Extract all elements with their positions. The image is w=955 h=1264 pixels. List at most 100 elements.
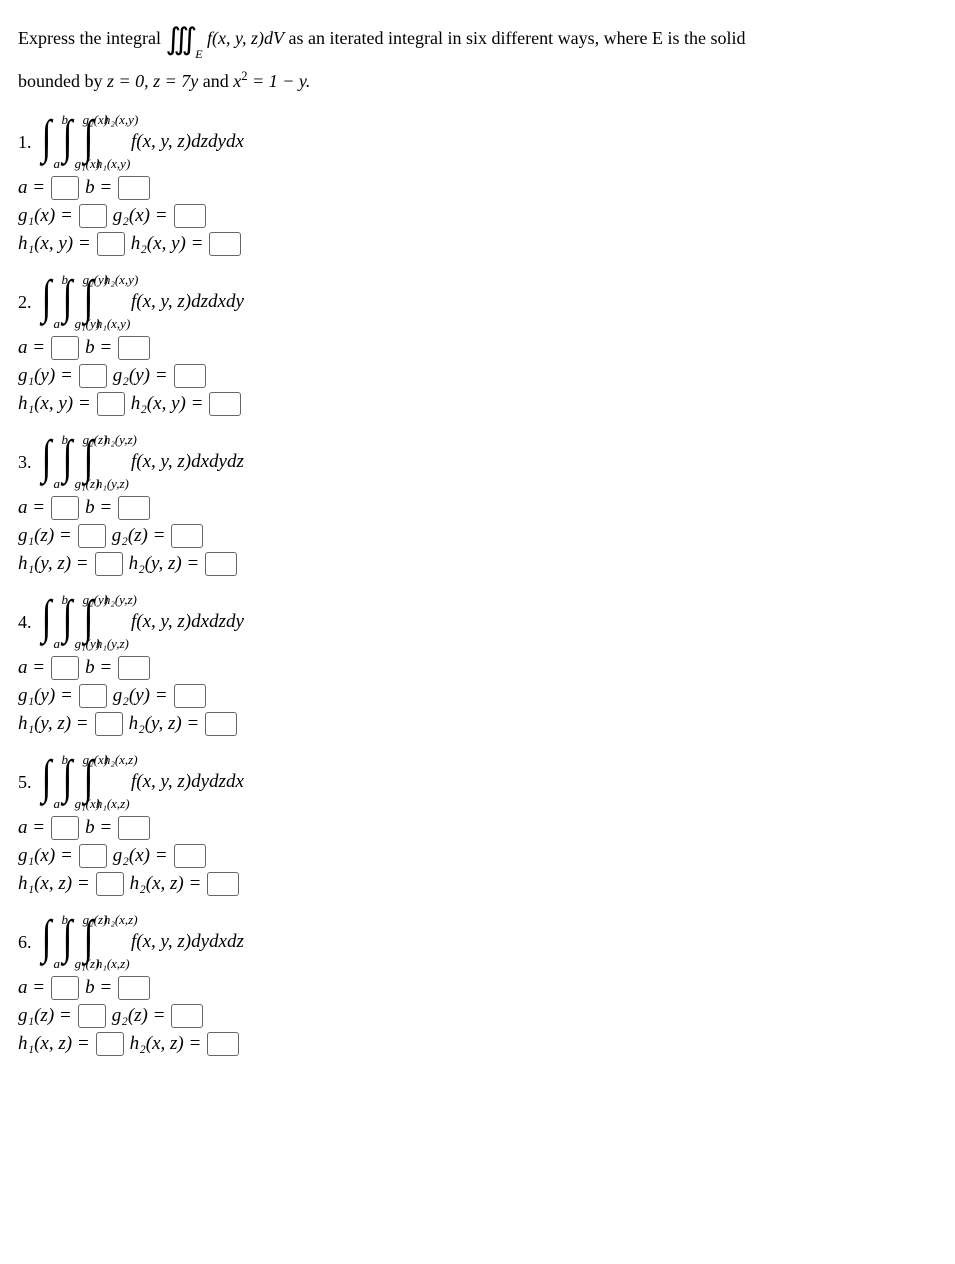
upper-limit: h₂(x,z)	[104, 912, 138, 928]
answer-label: g₂(y) =	[113, 685, 168, 707]
lower-limit: h₁(x,y)	[96, 156, 130, 172]
answer-input[interactable]	[78, 1004, 106, 1028]
answer-input[interactable]	[97, 392, 125, 416]
item-number: 2.	[18, 292, 32, 313]
answer-row: a =b =	[18, 176, 937, 200]
integral-block-3: 3.∫ba∫g₂(z)g₁(z)∫h₂(y,z)h₁(y,z)f(x, y, z…	[18, 434, 937, 576]
answer-label: g₁(y) =	[18, 365, 73, 387]
answer-input[interactable]	[174, 684, 206, 708]
item-number: 5.	[18, 772, 32, 793]
lower-limit: a	[54, 956, 61, 972]
answer-input[interactable]	[79, 204, 107, 228]
answer-input[interactable]	[51, 496, 79, 520]
answer-row: a =b =	[18, 336, 937, 360]
lower-limit: a	[54, 476, 61, 492]
iterated-integral: 5. ∫ba ∫g₂(x)g₁(x) ∫h₂(x,z)h₁(x,z) f(x, y, z…	[18, 754, 937, 810]
lower-limit: a	[54, 636, 61, 652]
integral-sign: ∫ba	[40, 914, 53, 970]
answer-input[interactable]	[118, 656, 150, 680]
iterated-integral: 1.∫ba∫g₂(x)g₁(x)∫h₂(x,y)h₁(x,y)f(x, y, z…	[18, 114, 937, 170]
integral-sign: ∫ba	[40, 274, 53, 330]
answer-input[interactable]	[96, 872, 124, 896]
integral-sign: ∫ba	[40, 114, 53, 170]
answer-input[interactable]	[95, 552, 123, 576]
answer-input[interactable]	[205, 712, 237, 736]
answer-input[interactable]	[79, 844, 107, 868]
item-number: 1.	[18, 132, 32, 153]
answer-input[interactable]	[95, 712, 123, 736]
answer-label: a =	[18, 657, 45, 679]
answer-label: g₂(z) =	[112, 525, 166, 547]
triple-integral-symbol: ∭	[165, 23, 197, 56]
integral-sign: ∫g₂(z)g₁(z)	[61, 434, 74, 490]
item-number: 3.	[18, 452, 32, 473]
integral-sign: ∫h₂(y,z)h₁(y,z)	[82, 434, 95, 490]
lower-limit: a	[54, 156, 61, 172]
answer-input[interactable]	[205, 552, 237, 576]
answer-input[interactable]	[118, 336, 150, 360]
answer-input[interactable]	[51, 176, 79, 200]
answer-label: a =	[18, 817, 45, 839]
prompt-text: as an iterated integral in six different…	[289, 28, 746, 48]
answer-input[interactable]	[174, 364, 206, 388]
prompt-text: and	[203, 71, 234, 91]
answer-row: h₁(y, z) = h₂(y, z) =	[18, 552, 937, 576]
answer-input[interactable]	[171, 524, 203, 548]
answer-input[interactable]	[51, 816, 79, 840]
lower-limit: a	[54, 316, 61, 332]
integral-sign: ∫g₂(x)g₁(x)	[61, 754, 74, 810]
answer-row: g₁(z) =g₂(z) =	[18, 524, 937, 548]
answer-input[interactable]	[118, 176, 150, 200]
answer-label: a =	[18, 337, 45, 359]
integrand: f(x, y, z)dydxdz	[131, 931, 244, 953]
answer-label: g₁(z) =	[18, 1005, 72, 1027]
answer-label: g₂(y) =	[113, 365, 168, 387]
answer-input[interactable]	[96, 1032, 124, 1056]
answer-label: h₁(y, z) =	[18, 553, 89, 575]
answer-input[interactable]	[209, 232, 241, 256]
answer-input[interactable]	[79, 364, 107, 388]
item-number: 4.	[18, 612, 32, 633]
answer-input[interactable]	[174, 844, 206, 868]
answer-input[interactable]	[174, 204, 206, 228]
answer-row: h₁(y, z) =h₂(y, z) =	[18, 712, 937, 736]
prompt-text: bounded by	[18, 71, 107, 91]
answer-label: h₂(x, z) =	[130, 873, 202, 895]
answer-input[interactable]	[207, 1032, 239, 1056]
answer-label: g₁(x) =	[18, 205, 73, 227]
upper-limit: h₂(x,y)	[104, 112, 138, 128]
integral-sign: ∫ba	[40, 434, 53, 490]
answer-input[interactable]	[51, 976, 79, 1000]
integrand: f(x, y, z)dzdydx	[131, 131, 244, 153]
answer-input[interactable]	[209, 392, 241, 416]
answer-label: a =	[18, 977, 45, 999]
iterated-integral: 2.∫ba∫g₂(y)g₁(y)∫h₂(x,y)h₁(x,y)f(x, y, z…	[18, 274, 937, 330]
answer-input[interactable]	[118, 496, 150, 520]
integrand: f(x, y, z)dydzdx	[131, 771, 244, 793]
answer-input[interactable]	[51, 656, 79, 680]
answer-input[interactable]	[207, 872, 239, 896]
answer-label: h₁(x, z) =	[18, 873, 90, 895]
answer-input[interactable]	[79, 684, 107, 708]
bound-eq-1: z = 0, z = 7y	[107, 71, 198, 91]
integral-sign: ∫h₂(x,z)h₁(x,z)	[82, 754, 95, 810]
answer-row: h₁(x, z) =h₂(x, z) =	[18, 1032, 937, 1056]
answer-input[interactable]	[78, 524, 106, 548]
item-number: 6.	[18, 932, 32, 953]
lower-limit: h₁(x,z)	[96, 956, 130, 972]
answer-input[interactable]	[51, 336, 79, 360]
integral-block-6: 6.∫ba∫g₂(z)g₁(z)∫h₂(x,z)h₁(x,z)f(x, y, z…	[18, 914, 937, 1056]
prompt-text: Express the integral	[18, 28, 165, 48]
answer-row: h₁(x, y) =h₂(x, y) =	[18, 232, 937, 256]
answer-input[interactable]	[118, 816, 150, 840]
answer-input[interactable]	[97, 232, 125, 256]
integrand: f(x, y, z)dzdxdy	[131, 291, 244, 313]
upper-limit: h₂(x,z)	[104, 752, 138, 768]
answer-input[interactable]	[171, 1004, 203, 1028]
answer-input[interactable]	[118, 976, 150, 1000]
integral-sign: ∫ba	[40, 754, 53, 810]
iterated-integral: 4.∫ba∫g₂(y)g₁(y)∫h₂(y,z)h₁(y,z)f(x, y, z…	[18, 594, 937, 650]
answer-label: h₂(y, z) =	[129, 553, 200, 575]
integral-sign: ∫h₂(y,z)h₁(y,z)	[82, 594, 95, 650]
iterated-integral: 3.∫ba∫g₂(z)g₁(z)∫h₂(y,z)h₁(y,z)f(x, y, z…	[18, 434, 937, 490]
